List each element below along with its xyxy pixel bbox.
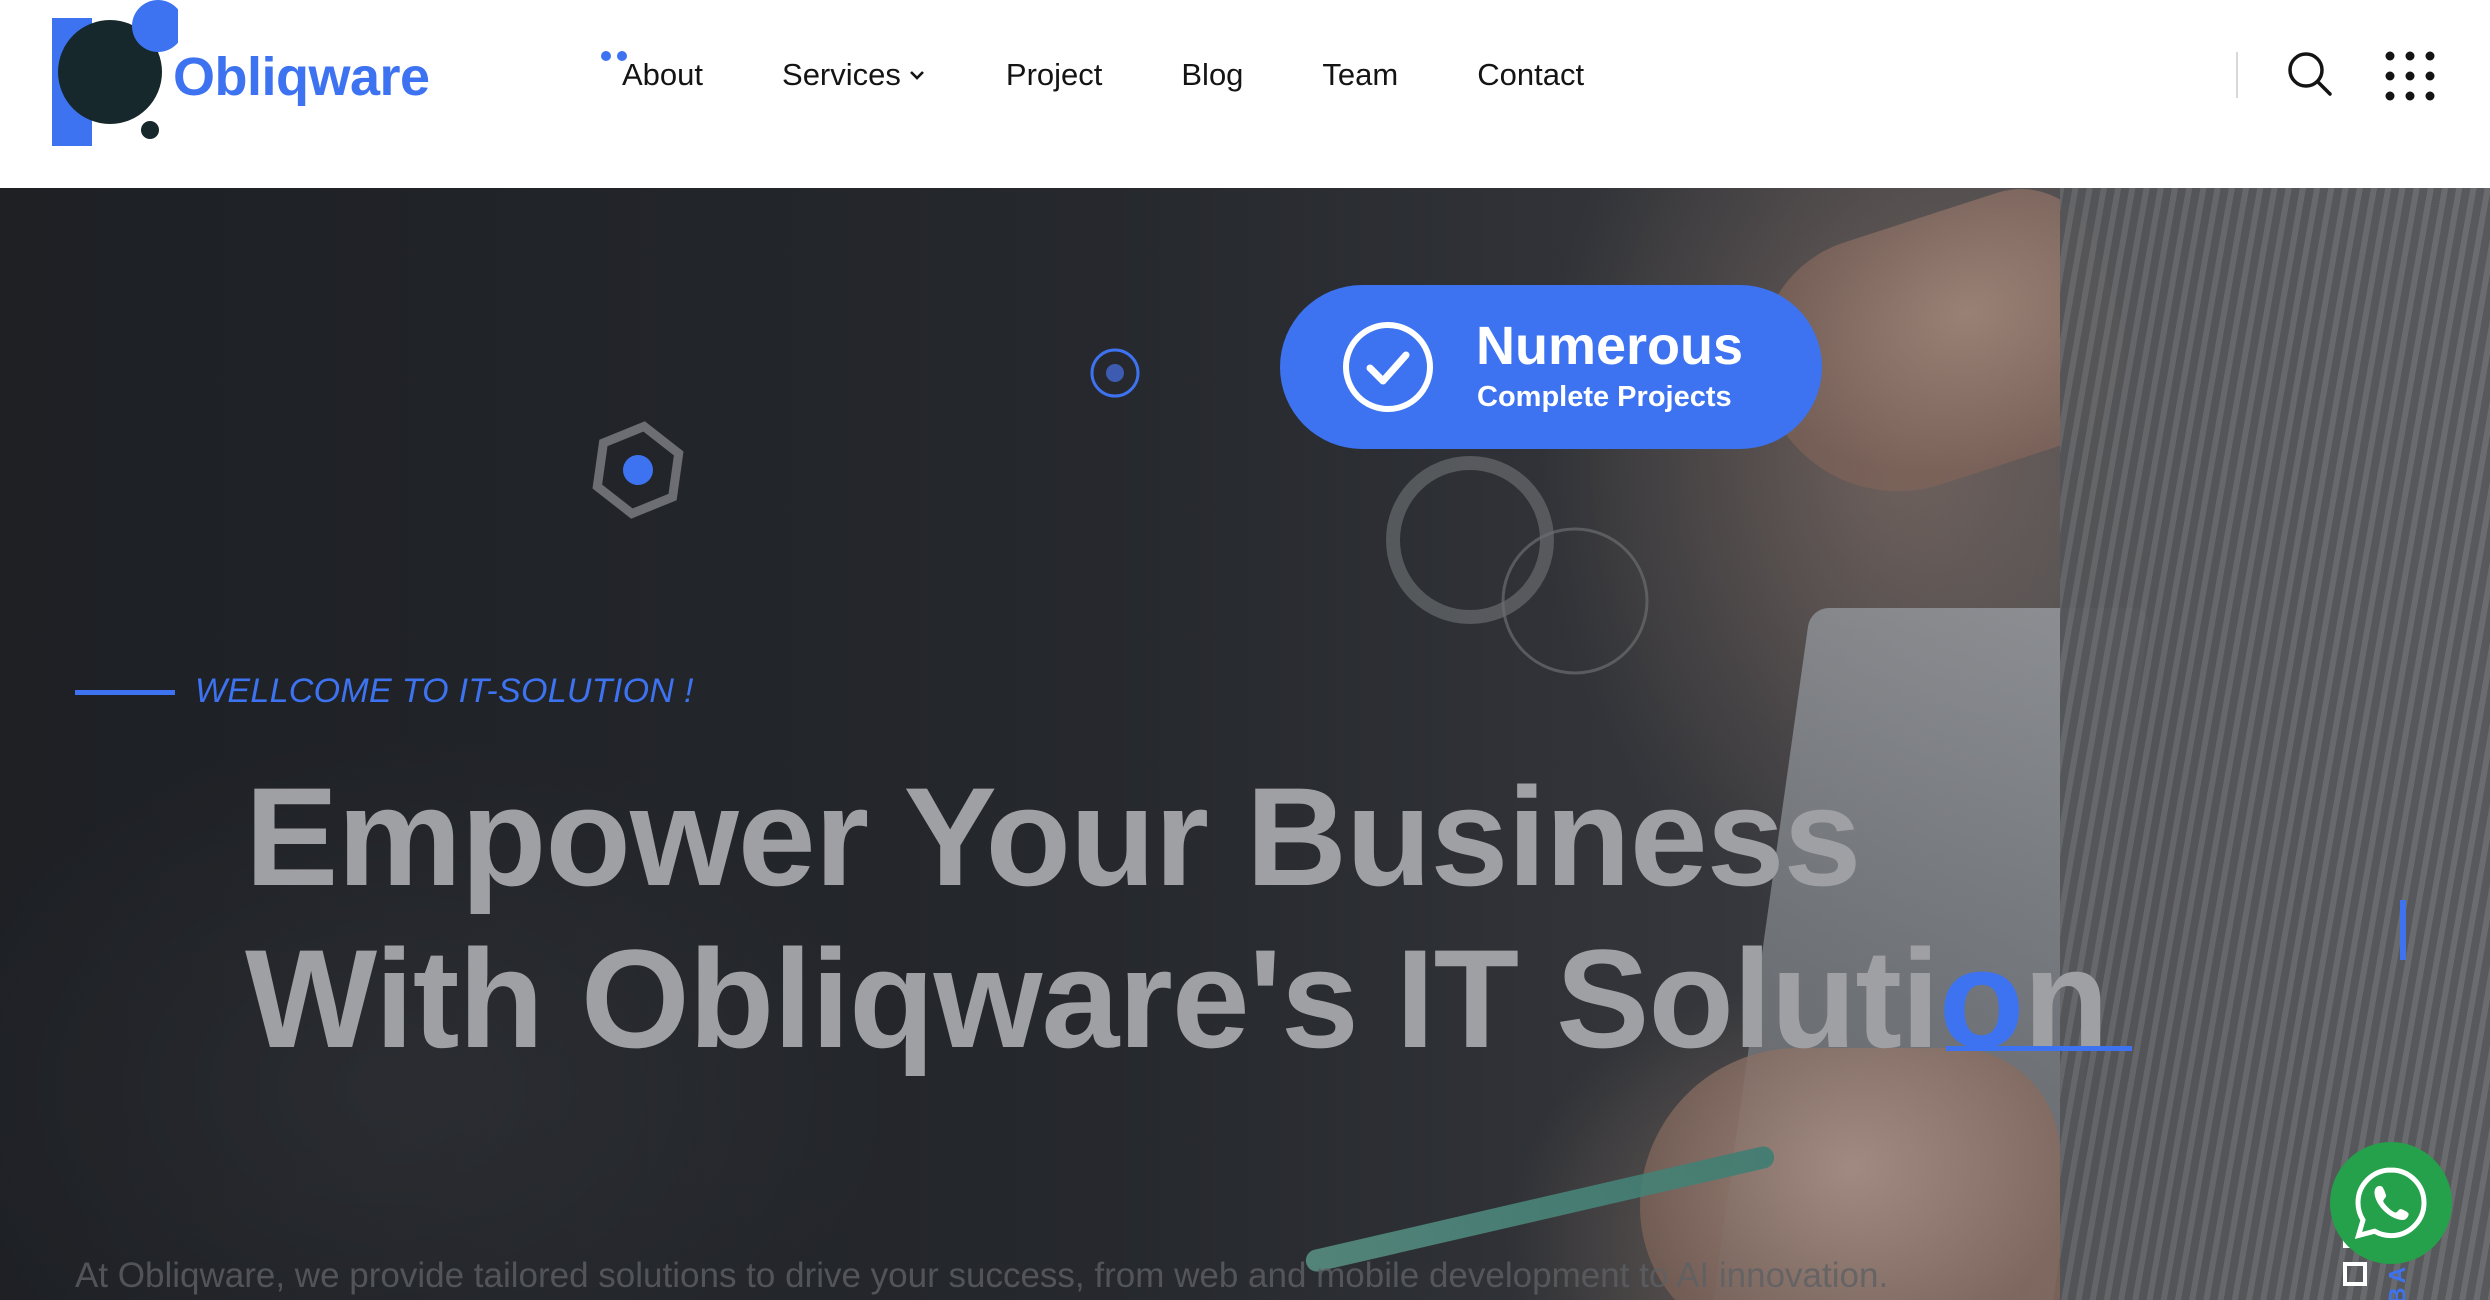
rings-decoration-icon <box>1386 456 1649 675</box>
nav-item-label: Contact <box>1477 57 1585 92</box>
headline-underline <box>1946 1046 2132 1051</box>
hero-overlay <box>0 188 2490 1300</box>
nav-dots-decoration <box>601 51 627 61</box>
projects-badge: Numerous Complete Projects <box>1280 285 1822 449</box>
hero-headline: Empower Your Business With Obliqware's I… <box>245 756 2109 1080</box>
nav-item-project[interactable]: Project <box>1006 57 1102 93</box>
nav-item-label: Services <box>782 57 901 92</box>
nav-item-contact[interactable]: Contact <box>1477 57 1584 93</box>
nav-item-label: Blog <box>1181 57 1244 92</box>
badge-title: Numerous <box>1476 316 1744 376</box>
hero-section: Numerous Complete Projects WELLCOME TO I… <box>0 188 2490 1300</box>
check-circle-icon <box>1343 322 1433 412</box>
offcanvas-menu-button[interactable] <box>2384 50 2436 102</box>
badge-subtitle: Complete Projects <box>1477 381 1732 413</box>
site-header: Obliqware About Services Project Blog Te… <box>0 0 2490 188</box>
target-circle-decoration-icon <box>1090 348 1140 398</box>
hexagon-decoration-icon <box>592 421 684 519</box>
headline-line-1: Empower Your Business <box>245 758 1861 915</box>
header-divider <box>2236 52 2238 98</box>
chevron-down-icon <box>909 71 924 80</box>
whatsapp-button[interactable] <box>2330 1142 2452 1264</box>
nav-item-team[interactable]: Team <box>1322 57 1398 93</box>
logo-mark-icon <box>52 0 178 146</box>
nav-item-label: Team <box>1322 57 1399 92</box>
headline-line-2-prefix: With Obliqware's IT Soluti <box>245 920 1940 1077</box>
logo-wordmark: Obliqware <box>173 47 430 107</box>
hero-intro-text: At Obliqware, we provide tailored soluti… <box>75 1256 1889 1295</box>
search-icon <box>2288 52 2332 96</box>
back-to-top-button[interactable]: BACK TOP <box>2340 900 2430 1300</box>
main-nav: About Services Project Blog Team Contact <box>600 50 1663 100</box>
nav-item-blog[interactable]: Blog <box>1181 57 1243 93</box>
back-to-top-bar <box>2400 900 2406 960</box>
eyebrow-line <box>75 690 175 695</box>
nav-item-services[interactable]: Services <box>782 57 927 93</box>
nav-item-label: Project <box>1005 57 1103 92</box>
whatsapp-icon <box>2354 1167 2427 1240</box>
hero-eyebrow: WELLCOME TO IT-SOLUTION ! <box>195 672 694 710</box>
square-outline-icon <box>2343 1262 2367 1286</box>
search-button[interactable] <box>2284 48 2336 100</box>
grid-menu-icon <box>2385 51 2435 101</box>
logo[interactable]: Obliqware <box>48 0 430 150</box>
